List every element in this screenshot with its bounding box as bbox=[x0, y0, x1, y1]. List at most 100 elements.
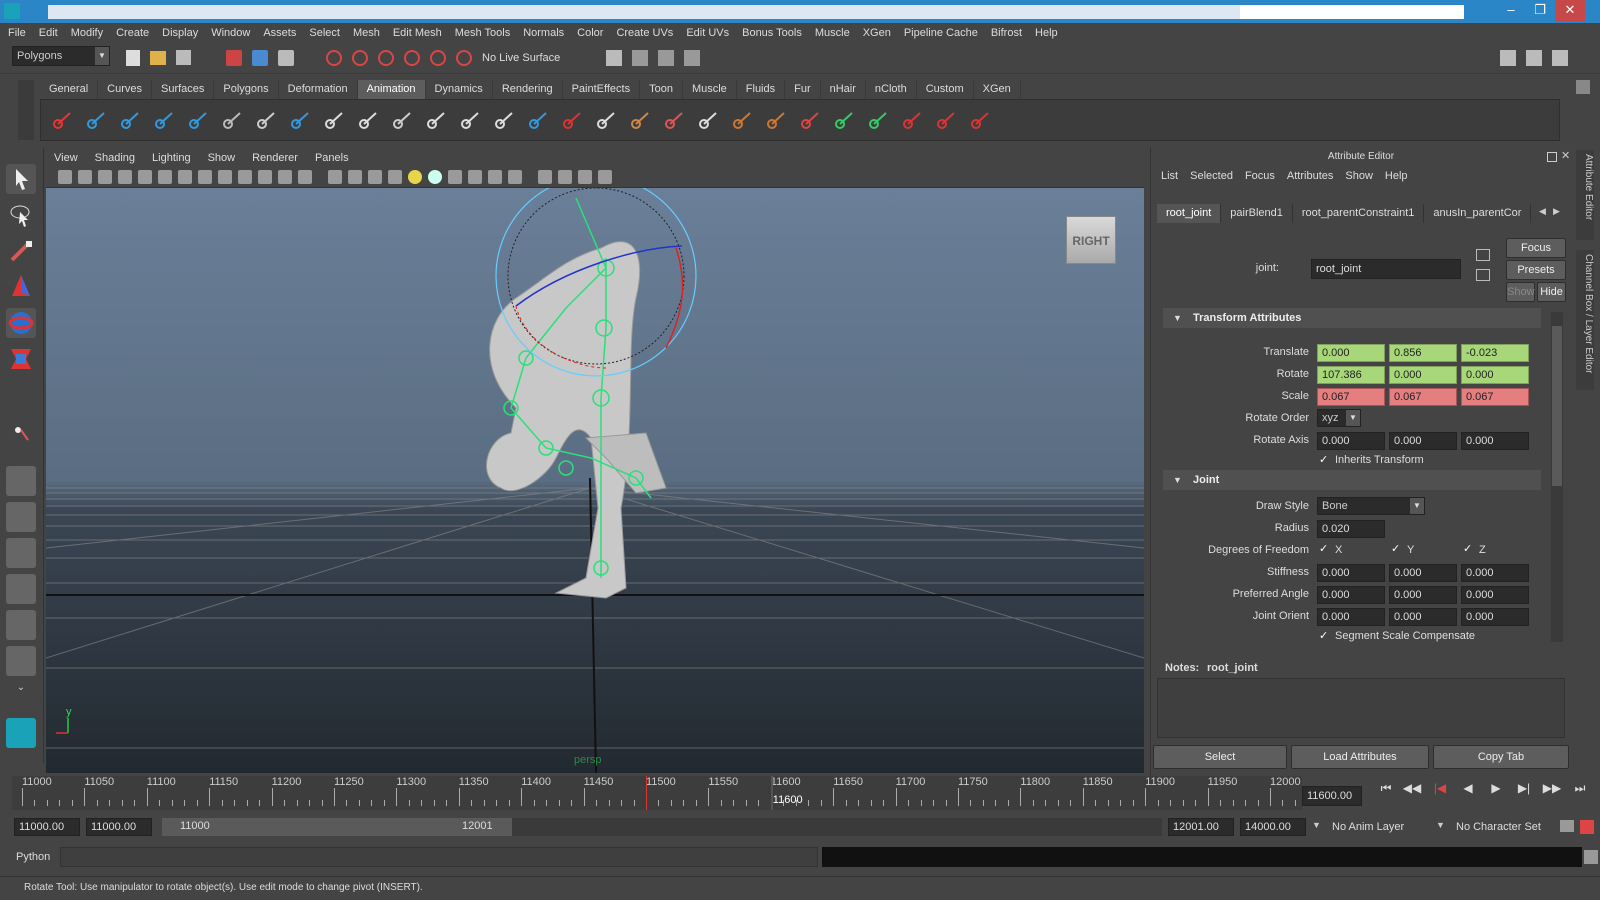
snap-view-icon[interactable] bbox=[404, 50, 420, 66]
shelf-trash-icon[interactable] bbox=[1576, 80, 1590, 94]
ae-menu-list[interactable]: List bbox=[1161, 170, 1178, 188]
inherits-transform-checkbox[interactable]: ✓ bbox=[1319, 454, 1332, 467]
ae-menu-show[interactable]: Show bbox=[1345, 170, 1373, 188]
outliner-layout-icon[interactable] bbox=[6, 538, 36, 568]
minimize-button[interactable]: – bbox=[1496, 0, 1526, 22]
snap-grid-icon[interactable] bbox=[326, 50, 342, 66]
resolution-gate-icon[interactable] bbox=[218, 170, 232, 184]
new-scene-icon[interactable] bbox=[126, 50, 140, 66]
playback-start-field[interactable]: 11000.00 bbox=[86, 818, 152, 836]
bind-skin-icon[interactable] bbox=[424, 108, 448, 132]
menu-window[interactable]: Window bbox=[211, 27, 250, 39]
save-scene-icon[interactable] bbox=[176, 50, 191, 65]
nonlinear-icon[interactable] bbox=[764, 108, 788, 132]
playback-end-field[interactable]: 12001.00 bbox=[1168, 818, 1234, 836]
menu-mesh-tools[interactable]: Mesh Tools bbox=[455, 27, 510, 39]
menu-create-uvs[interactable]: Create UVs bbox=[616, 27, 673, 39]
menu-modify[interactable]: Modify bbox=[71, 27, 103, 39]
hypershade-layout-icon[interactable] bbox=[6, 610, 36, 640]
pole-vector-icon[interactable] bbox=[968, 108, 992, 132]
shade-wireframe-icon[interactable] bbox=[368, 170, 382, 184]
close-window-button[interactable]: ✕ bbox=[1555, 0, 1585, 22]
tab-ncloth[interactable]: nCloth bbox=[866, 80, 917, 99]
menu-pipeline-cache[interactable]: Pipeline Cache bbox=[904, 27, 978, 39]
stiffness-y-field[interactable]: 0.000 bbox=[1389, 564, 1457, 582]
preferences-icon[interactable] bbox=[1580, 820, 1594, 834]
auto-key-icon[interactable] bbox=[1560, 820, 1574, 832]
menu-assets[interactable]: Assets bbox=[263, 27, 296, 39]
image-plane-icon[interactable] bbox=[138, 170, 152, 184]
film-gate-icon[interactable] bbox=[198, 170, 212, 184]
render-settings-icon[interactable] bbox=[606, 50, 622, 66]
ae-tab-anusin-parentcor[interactable]: anusIn_parentCor bbox=[1424, 204, 1532, 223]
range-slider[interactable]: 11000 12001 bbox=[162, 818, 1162, 836]
insert-joint-icon[interactable] bbox=[152, 108, 176, 132]
safe-action-icon[interactable] bbox=[278, 170, 292, 184]
select-hierarchy-icon[interactable] bbox=[226, 50, 242, 66]
animation-end-field[interactable]: 14000.00 bbox=[1240, 818, 1306, 836]
rotate-y-field[interactable]: 0.000 bbox=[1389, 366, 1457, 384]
radius-field[interactable]: 0.020 bbox=[1317, 520, 1385, 538]
aim-constraint-icon[interactable] bbox=[832, 108, 856, 132]
menu-set-dropdown[interactable]: Polygons ▼ bbox=[12, 46, 110, 66]
translate-z-field[interactable]: -0.023 bbox=[1461, 344, 1529, 362]
char-set-label[interactable]: No Character Set bbox=[1456, 821, 1541, 833]
transform-attributes-header[interactable]: ▼ Transform Attributes bbox=[1163, 308, 1541, 328]
menu-edit-uvs[interactable]: Edit UVs bbox=[686, 27, 729, 39]
tab-custom[interactable]: Custom bbox=[917, 80, 974, 99]
reroot-skeleton-icon[interactable] bbox=[356, 108, 380, 132]
scale-tool-icon[interactable] bbox=[6, 344, 36, 374]
remove-joint-icon[interactable] bbox=[254, 108, 278, 132]
lattice-icon[interactable] bbox=[662, 108, 686, 132]
viewport-menu-show[interactable]: Show bbox=[208, 152, 236, 164]
toggle-attribute-editor-icon[interactable] bbox=[1552, 50, 1568, 66]
menu-muscle[interactable]: Muscle bbox=[815, 27, 850, 39]
ae-tab-pairblend1[interactable]: pairBlend1 bbox=[1221, 204, 1293, 223]
textured-icon[interactable] bbox=[388, 170, 402, 184]
rotate-x-field[interactable]: 107.386 bbox=[1317, 366, 1385, 384]
side-tab-channel-box[interactable]: Channel Box / Layer Editor bbox=[1576, 250, 1594, 390]
point-constraint-icon[interactable] bbox=[798, 108, 822, 132]
focus-input-icon[interactable] bbox=[1476, 249, 1490, 261]
float-panel-icon[interactable] bbox=[1547, 152, 1557, 162]
panel-layout-icon[interactable] bbox=[1526, 50, 1542, 66]
orient-joint-icon[interactable] bbox=[220, 108, 244, 132]
menu-file[interactable]: File bbox=[8, 27, 26, 39]
sculpt-icon[interactable] bbox=[730, 108, 754, 132]
select-object-icon[interactable] bbox=[252, 50, 268, 66]
copy-tab-button[interactable]: Copy Tab bbox=[1433, 745, 1569, 769]
tab-animation[interactable]: Animation bbox=[357, 80, 426, 99]
tab-scroll-right-icon[interactable]: ▶ bbox=[1553, 206, 1560, 217]
joint-orient-x-field[interactable]: 0.000 bbox=[1317, 608, 1385, 626]
camera-attributes-icon[interactable] bbox=[98, 170, 112, 184]
viewport-3d[interactable]: y persp RIGHT bbox=[46, 188, 1144, 773]
snap-curve-icon[interactable] bbox=[352, 50, 368, 66]
joint-header[interactable]: ▼ Joint bbox=[1163, 470, 1541, 490]
tab-general[interactable]: General bbox=[40, 80, 99, 99]
joint-orient-y-field[interactable]: 0.000 bbox=[1389, 608, 1457, 626]
go-to-start-icon[interactable]: ⏮ bbox=[1376, 781, 1396, 799]
select-tool-icon[interactable] bbox=[6, 164, 36, 194]
dof-x-checkbox[interactable]: ✓ bbox=[1319, 543, 1332, 556]
rotate-order-dropdown[interactable]: xyz ▼ bbox=[1317, 409, 1361, 427]
paint-weights-icon[interactable] bbox=[492, 108, 516, 132]
step-forward-key-icon[interactable]: ▶▶ bbox=[1542, 781, 1562, 799]
graph-layout-icon[interactable] bbox=[6, 574, 36, 604]
viewport-menu-renderer[interactable]: Renderer bbox=[252, 152, 298, 164]
smooth-bind-icon[interactable] bbox=[458, 108, 482, 132]
focus-output-icon[interactable] bbox=[1476, 269, 1490, 281]
focus-button[interactable]: Focus bbox=[1506, 238, 1566, 258]
create-joint-icon[interactable] bbox=[50, 108, 74, 132]
ae-tab-root-joint[interactable]: root_joint bbox=[1157, 204, 1222, 223]
connect-joint-icon[interactable] bbox=[288, 108, 312, 132]
viewport-menu-view[interactable]: View bbox=[54, 152, 78, 164]
menu-edit-mesh[interactable]: Edit Mesh bbox=[393, 27, 442, 39]
menu-bonus-tools[interactable]: Bonus Tools bbox=[742, 27, 802, 39]
render-frame-icon[interactable] bbox=[632, 50, 648, 66]
preferred-angle-z-field[interactable]: 0.000 bbox=[1461, 586, 1529, 604]
four-view-layout-icon[interactable] bbox=[6, 502, 36, 532]
go-to-end-icon[interactable]: ⏭ bbox=[1570, 781, 1590, 799]
step-back-frame-icon[interactable]: |◀ bbox=[1430, 781, 1450, 799]
bookmarks-icon[interactable] bbox=[118, 170, 132, 184]
stiffness-x-field[interactable]: 0.000 bbox=[1317, 564, 1385, 582]
